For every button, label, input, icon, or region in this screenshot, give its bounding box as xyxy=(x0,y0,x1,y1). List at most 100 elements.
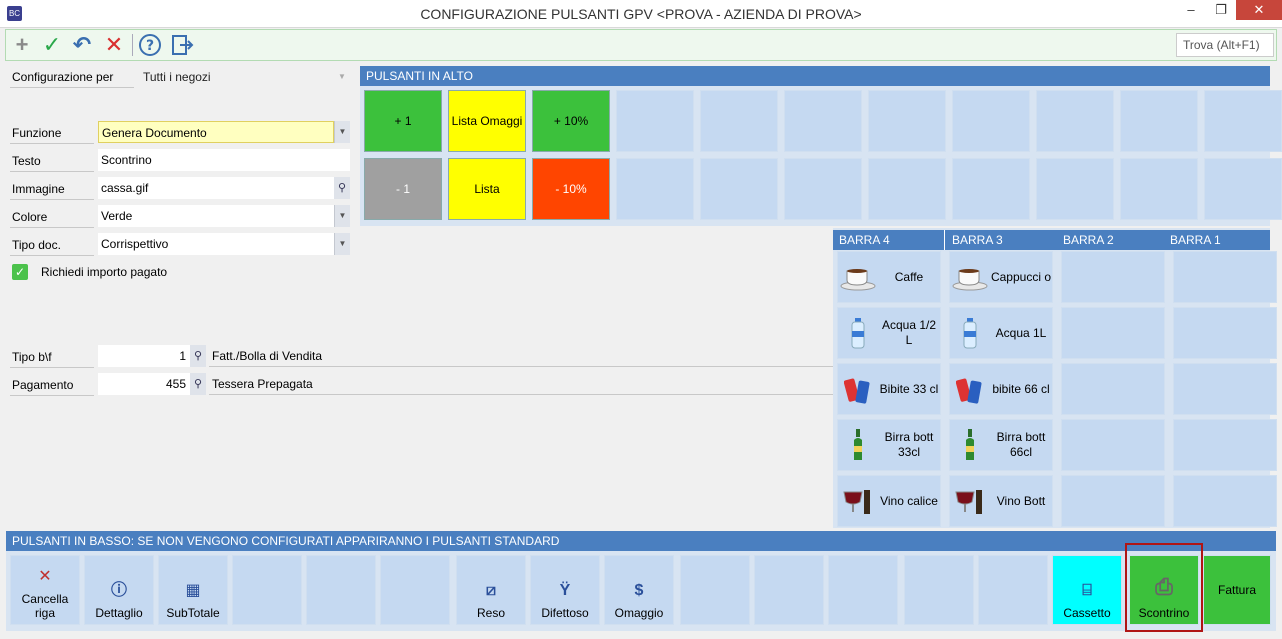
confirm-icon[interactable]: ✓ xyxy=(40,33,64,57)
empty-button-slot[interactable] xyxy=(754,555,824,625)
empty-button-slot[interactable] xyxy=(1173,307,1277,359)
empty-button-slot[interactable] xyxy=(784,90,862,152)
empty-button-slot[interactable] xyxy=(1173,419,1277,471)
bar-product-button[interactable]: Acqua 1L xyxy=(949,307,1053,359)
search-icon[interactable]: ⚲ xyxy=(334,177,350,199)
help-icon[interactable]: ? xyxy=(138,33,162,57)
empty-button-slot[interactable] xyxy=(1036,90,1114,152)
add-icon[interactable]: + xyxy=(10,33,34,57)
top-button[interactable]: Lista xyxy=(448,158,526,220)
chevron-down-icon[interactable]: ▼ xyxy=(334,233,350,255)
button-label: Reso xyxy=(476,606,505,620)
empty-button-slot[interactable] xyxy=(978,555,1048,625)
button-label: Scontrino xyxy=(1138,606,1190,620)
cassetto-button[interactable]: ⌸ Cassetto xyxy=(1052,555,1122,625)
colore-select[interactable]: Verde xyxy=(98,205,334,227)
empty-button-slot[interactable] xyxy=(700,90,778,152)
chevron-down-icon[interactable]: ▼ xyxy=(334,121,350,143)
difettoso-button[interactable]: Ÿ Difettoso xyxy=(530,555,600,625)
empty-button-slot[interactable] xyxy=(828,555,898,625)
minimize-button[interactable]: – xyxy=(1174,0,1208,20)
undo-icon[interactable]: ↶ xyxy=(70,33,94,57)
maximize-button[interactable]: ❐ xyxy=(1204,0,1238,20)
empty-button-slot[interactable] xyxy=(1061,251,1165,303)
empty-button-slot[interactable] xyxy=(784,158,862,220)
empty-button-slot[interactable] xyxy=(1204,90,1282,152)
chevron-down-icon[interactable]: ▼ xyxy=(334,205,350,227)
empty-button-slot[interactable] xyxy=(868,90,946,152)
empty-button-slot[interactable] xyxy=(1061,363,1165,415)
empty-button-slot[interactable] xyxy=(700,158,778,220)
funzione-select[interactable]: Genera Documento xyxy=(98,121,334,143)
empty-button-slot[interactable] xyxy=(1173,363,1277,415)
bar-product-button[interactable]: Cappucci o xyxy=(949,251,1053,303)
empty-button-slot[interactable] xyxy=(1061,475,1165,527)
product-icon xyxy=(838,427,878,463)
richiedi-checkbox[interactable]: ✓ xyxy=(12,264,28,280)
empty-button-slot[interactable] xyxy=(868,158,946,220)
empty-button-slot[interactable] xyxy=(904,555,974,625)
empty-button-slot[interactable] xyxy=(380,555,450,625)
cancel-icon[interactable]: ✕ xyxy=(102,33,126,57)
bar-product-button[interactable]: Vino calice xyxy=(837,475,941,527)
broken-glass-icon: Ÿ xyxy=(559,582,571,599)
bar-header: BARRA 3 xyxy=(952,233,1003,247)
omaggio-button[interactable]: $ Omaggio xyxy=(604,555,674,625)
button-label: Vino Bott xyxy=(996,493,1046,508)
empty-button-slot[interactable] xyxy=(1173,475,1277,527)
search-icon[interactable]: ⚲ xyxy=(190,345,206,367)
cancella-riga-button[interactable]: ✕ Cancella riga xyxy=(10,555,80,625)
top-button[interactable]: - 10% xyxy=(532,158,610,220)
empty-button-slot[interactable] xyxy=(952,90,1030,152)
bar-product-button[interactable]: Bibite 33 cl xyxy=(837,363,941,415)
bar-product-button[interactable]: Acqua 1/2 L xyxy=(837,307,941,359)
dettaglio-button[interactable]: ⓘ Dettaglio xyxy=(84,555,154,625)
empty-button-slot[interactable] xyxy=(232,555,302,625)
tipobf-input[interactable]: 1 xyxy=(98,345,190,367)
top-button[interactable]: + 10% xyxy=(532,90,610,152)
top-button[interactable]: - 1 xyxy=(364,158,442,220)
empty-button-slot[interactable] xyxy=(1061,307,1165,359)
empty-button-slot[interactable] xyxy=(616,90,694,152)
subtotale-button[interactable]: ▦ SubTotale xyxy=(158,555,228,625)
bar-product-button[interactable]: Birra bott 33cl xyxy=(837,419,941,471)
button-label: Caffe xyxy=(894,269,924,284)
bar-product-button[interactable]: Caffe xyxy=(837,251,941,303)
search-icon[interactable]: ⚲ xyxy=(190,373,206,395)
empty-button-slot[interactable] xyxy=(680,555,750,625)
configurazione-select[interactable]: Tutti i negozi xyxy=(140,66,348,88)
empty-button-slot[interactable] xyxy=(952,158,1030,220)
fattura-button[interactable]: Fattura xyxy=(1203,555,1271,625)
top-button[interactable]: Lista Omaggi xyxy=(448,90,526,152)
empty-button-slot[interactable] xyxy=(1120,90,1198,152)
product-icon xyxy=(838,315,878,351)
immagine-input[interactable]: cassa.gif xyxy=(98,177,334,199)
button-label: SubTotale xyxy=(166,606,220,620)
reso-button[interactable]: ⧄ Reso xyxy=(456,555,526,625)
button-label: Cappucci o xyxy=(990,269,1052,284)
empty-button-slot[interactable] xyxy=(1120,158,1198,220)
bar-product-button[interactable]: Vino Bott xyxy=(949,475,1053,527)
tipobf-description: Fatt./Bolla di Vendita xyxy=(209,345,833,367)
top-button[interactable]: + 1 xyxy=(364,90,442,152)
empty-button-slot[interactable] xyxy=(306,555,376,625)
search-input[interactable]: Trova (Alt+F1) xyxy=(1176,33,1274,57)
testo-input[interactable]: Scontrino xyxy=(98,149,350,171)
close-button[interactable]: ✕ xyxy=(1236,0,1282,20)
scontrino-button[interactable]: ⎙ Scontrino xyxy=(1129,555,1199,625)
empty-button-slot[interactable] xyxy=(616,158,694,220)
bar-header: BARRA 1 xyxy=(1170,233,1221,247)
pagamento-input[interactable]: 455 xyxy=(98,373,190,395)
bar-product-button[interactable]: bibite 66 cl xyxy=(949,363,1053,415)
empty-button-slot[interactable] xyxy=(1204,158,1282,220)
bar-product-button[interactable]: Birra bott 66cl xyxy=(949,419,1053,471)
bar-header: BARRA 2 xyxy=(1063,233,1114,247)
empty-button-slot[interactable] xyxy=(1173,251,1277,303)
top-buttons-row: + 1 Lista Omaggi + 10% xyxy=(364,90,1282,152)
chevron-down-icon[interactable]: ▼ xyxy=(334,66,350,88)
empty-button-slot[interactable] xyxy=(1036,158,1114,220)
exit-icon[interactable] xyxy=(170,33,194,57)
tipodoc-select[interactable]: Corrispettivo xyxy=(98,233,334,255)
richiedi-label: Richiedi importo pagato xyxy=(41,265,168,279)
empty-button-slot[interactable] xyxy=(1061,419,1165,471)
